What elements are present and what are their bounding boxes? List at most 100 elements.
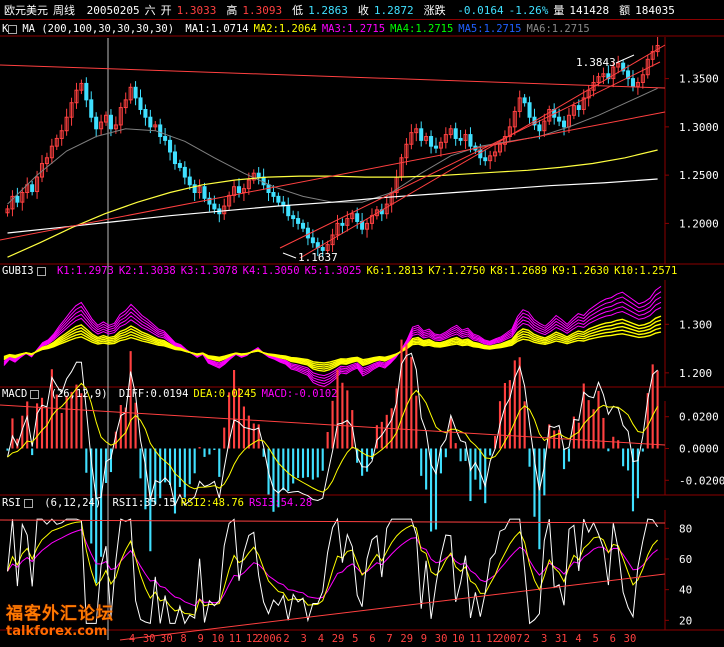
ma-value-3: MA3:1.2715 [321, 23, 386, 35]
candle-body [202, 186, 207, 199]
candle-body [89, 99, 94, 118]
volume-label: 量 [553, 4, 565, 17]
rsi-panel-label: RSI (6,12,24) RSI1:35.15 RSI2:48.76 RSI3:5… [2, 497, 322, 509]
candle-body [576, 105, 581, 110]
candle-body [429, 136, 434, 147]
amount-value: 184035 [635, 4, 675, 17]
candle-body [168, 139, 173, 153]
candle-body [483, 157, 488, 162]
xaxis-label: 3 [301, 633, 307, 645]
candle-body [158, 124, 163, 138]
rsi-value-2: RSI2:48.76 [180, 497, 244, 509]
ma-value-6: MA6:1.2715 [526, 23, 590, 35]
gubi-value-8: K8:1.2689 [490, 265, 548, 277]
amount-label: 额 [619, 4, 631, 17]
ytick-label: 1.200 [679, 367, 712, 380]
candle-body [133, 86, 138, 99]
candle-body [84, 82, 89, 101]
annotation-high: 1.3843 [576, 56, 616, 69]
rsi-trendline-top [0, 519, 666, 524]
candle-body [557, 116, 562, 122]
candle-body [182, 166, 187, 178]
candle-body [177, 163, 182, 168]
candle-body [187, 176, 192, 186]
ytick-label: 20 [679, 614, 692, 627]
candle-body [300, 222, 306, 229]
candle-body [30, 184, 35, 193]
ytick-label: 0.0000 [679, 443, 719, 456]
candle-body [522, 97, 527, 104]
candle-body [15, 195, 20, 203]
ma-panel-toggle[interactable] [8, 24, 18, 34]
candle-body [236, 186, 242, 194]
rsi3-line [7, 528, 658, 607]
candle-body [261, 176, 266, 186]
candle-body [256, 172, 261, 178]
candle-body [305, 227, 310, 239]
candle-body [310, 237, 315, 244]
gubi-line-k9 [3, 327, 662, 366]
period-label: 周线 [53, 4, 75, 17]
gubi-value-5: K5:1.3025 [304, 265, 362, 277]
ytick-label: 0.0200 [679, 411, 719, 424]
macd-panel-toggle[interactable] [30, 389, 40, 399]
annotation-low-pointer [282, 252, 297, 259]
candle-body [163, 136, 168, 141]
gubi-value-7: K7:1.2750 [428, 265, 486, 277]
xaxis-label: 29 [332, 633, 345, 645]
candle-body [458, 137, 463, 141]
symbol-name: 欧元美元 [4, 4, 48, 17]
candle-body [291, 215, 296, 220]
ma-value-1: MA1:1.0714 [185, 23, 249, 35]
ytick-label: 40 [679, 584, 692, 597]
gubi-panel-label: GUBI3 K1:1.2973 K2:1.3038 K3:1.3078 K4:1.30… [2, 265, 687, 277]
ytick-label: 1.3500 [679, 73, 719, 86]
ytick-label: 1.2000 [679, 217, 719, 230]
xaxis-label: 6 [610, 633, 616, 645]
change-label: 涨跌 [423, 4, 446, 17]
xaxis-label: 2 [283, 633, 289, 645]
watermark-cn: 福客外汇论坛 [6, 604, 114, 624]
ytick-label: 1.300 [679, 318, 712, 331]
ma-params: (200,100,30,30,30,30) [41, 23, 175, 35]
ytick-label: 1.3000 [679, 121, 719, 134]
ma-panel-label: K MA (200,100,30,30,30,30) MA1:1.0714 MA2:… [2, 23, 600, 35]
xaxis-label: 9 [421, 633, 427, 645]
gubi-value-3: K3:1.3078 [180, 265, 238, 277]
candle-body [320, 247, 325, 251]
xaxis-label: 8 [180, 633, 186, 645]
macd-value-1: DIFF:0.0194 [118, 388, 189, 400]
xaxis-label: 3 [541, 633, 547, 645]
gubi-panel-toggle[interactable] [36, 266, 46, 276]
rsi-panel-toggle[interactable] [23, 498, 33, 508]
xaxis-label: 4 [575, 633, 581, 645]
trendline-4 [279, 61, 661, 249]
ma-value-4: MA4:1.2715 [390, 23, 454, 35]
low-value: 1.2863 [308, 4, 348, 17]
rsi-value-1: RSI1:35.15 [112, 497, 176, 509]
candle-body [94, 116, 99, 130]
high-label: 高 [226, 4, 238, 17]
xaxis-label: 30 [435, 633, 448, 645]
macd-indicator-name: MACD [2, 388, 28, 400]
xaxis-label: 7 [386, 633, 392, 645]
ma-value-2: MA2:1.2064 [253, 23, 317, 35]
trendline-2 [0, 111, 666, 241]
candle-body [286, 205, 291, 217]
gubi-value-2: K2:1.3038 [118, 265, 176, 277]
candle-body [296, 218, 301, 224]
xaxis-label: 10 [212, 633, 225, 645]
xaxis-label: 4 [318, 633, 324, 645]
trendline-1 [0, 64, 666, 89]
xaxis-label: 2 [524, 633, 530, 645]
candle-body [148, 116, 153, 128]
low-label: 低 [292, 4, 304, 17]
macd-value-3: MACD:-0.0102 [261, 388, 338, 400]
close-value: 1.2872 [373, 4, 414, 17]
watermark-logo: 福客外汇论坛 talkforex.com [6, 599, 130, 643]
open-label: 开 [160, 4, 172, 17]
candle-body [212, 203, 217, 210]
ma-values: MA1:1.0714 MA2:1.2064 MA3:1.2715 MA4:1.2715… [185, 23, 594, 35]
xaxis-label: 2006 [257, 633, 282, 645]
candle-body [419, 128, 424, 141]
